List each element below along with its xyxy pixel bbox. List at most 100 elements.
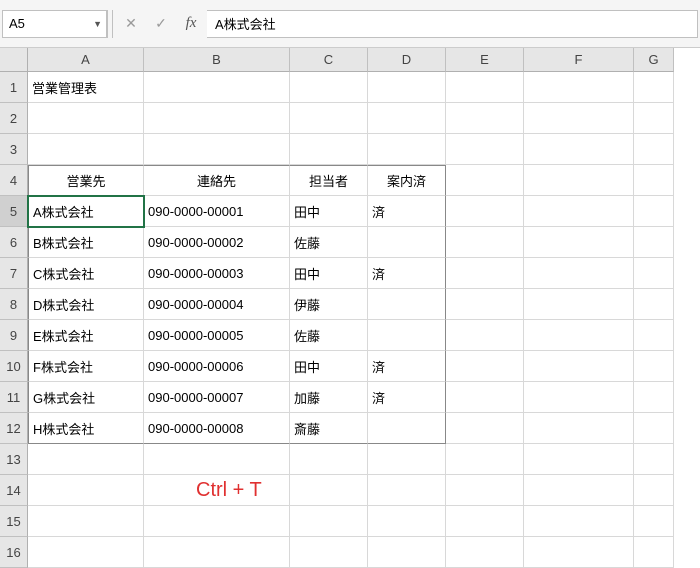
cell-G11[interactable] [634, 382, 674, 413]
cell-F2[interactable] [524, 103, 634, 134]
cell-A14[interactable] [28, 475, 144, 506]
cell-C16[interactable] [290, 537, 368, 568]
row-header-12[interactable]: 12 [0, 413, 28, 444]
cell-E12[interactable] [446, 413, 524, 444]
cell-D4[interactable]: 案内済 [368, 165, 446, 196]
cell-B11[interactable]: 090-0000-00007 [144, 382, 290, 413]
row-header-11[interactable]: 11 [0, 382, 28, 413]
cell-F5[interactable] [524, 196, 634, 227]
cell-B16[interactable] [144, 537, 290, 568]
cell-E10[interactable] [446, 351, 524, 382]
cell-B10[interactable]: 090-0000-00006 [144, 351, 290, 382]
column-header-C[interactable]: C [290, 48, 368, 72]
formula-input[interactable]: A株式会社 [207, 10, 698, 38]
cell-B13[interactable] [144, 444, 290, 475]
dropdown-icon[interactable]: ▼ [93, 19, 102, 29]
row-header-16[interactable]: 16 [0, 537, 28, 568]
cell-C6[interactable]: 佐藤 [290, 227, 368, 258]
select-all-corner[interactable] [0, 48, 28, 72]
cell-C13[interactable] [290, 444, 368, 475]
cell-B15[interactable] [144, 506, 290, 537]
cell-A11[interactable]: G株式会社 [28, 382, 144, 413]
cell-F8[interactable] [524, 289, 634, 320]
cell-E1[interactable] [446, 72, 524, 103]
cell-D15[interactable] [368, 506, 446, 537]
cell-E3[interactable] [446, 134, 524, 165]
cell-B14[interactable]: Ctrl + T [144, 475, 290, 506]
cell-E11[interactable] [446, 382, 524, 413]
cell-C8[interactable]: 伊藤 [290, 289, 368, 320]
cell-F9[interactable] [524, 320, 634, 351]
cell-A2[interactable] [28, 103, 144, 134]
cell-B7[interactable]: 090-0000-00003 [144, 258, 290, 289]
cell-E7[interactable] [446, 258, 524, 289]
cell-B2[interactable] [144, 103, 290, 134]
cell-B12[interactable]: 090-0000-00008 [144, 413, 290, 444]
row-header-8[interactable]: 8 [0, 289, 28, 320]
cell-G13[interactable] [634, 444, 674, 475]
cell-B9[interactable]: 090-0000-00005 [144, 320, 290, 351]
cell-G4[interactable] [634, 165, 674, 196]
row-header-13[interactable]: 13 [0, 444, 28, 475]
cell-D8[interactable] [368, 289, 446, 320]
row-header-2[interactable]: 2 [0, 103, 28, 134]
cell-D16[interactable] [368, 537, 446, 568]
cell-A7[interactable]: C株式会社 [28, 258, 144, 289]
row-header-10[interactable]: 10 [0, 351, 28, 382]
cell-A8[interactable]: D株式会社 [28, 289, 144, 320]
cell-F7[interactable] [524, 258, 634, 289]
cell-C4[interactable]: 担当者 [290, 165, 368, 196]
cell-A3[interactable] [28, 134, 144, 165]
cell-G12[interactable] [634, 413, 674, 444]
cell-E4[interactable] [446, 165, 524, 196]
cell-F11[interactable] [524, 382, 634, 413]
cell-A6[interactable]: B株式会社 [28, 227, 144, 258]
cell-F3[interactable] [524, 134, 634, 165]
cell-G2[interactable] [634, 103, 674, 134]
cell-G3[interactable] [634, 134, 674, 165]
cell-G14[interactable] [634, 475, 674, 506]
cell-D5[interactable]: 済 [368, 196, 446, 227]
cell-A15[interactable] [28, 506, 144, 537]
cell-D2[interactable] [368, 103, 446, 134]
cell-E6[interactable] [446, 227, 524, 258]
name-box[interactable]: A5 ▼ [2, 10, 107, 38]
cell-B4[interactable]: 連絡先 [144, 165, 290, 196]
row-header-9[interactable]: 9 [0, 320, 28, 351]
cell-C10[interactable]: 田中 [290, 351, 368, 382]
cell-B8[interactable]: 090-0000-00004 [144, 289, 290, 320]
cell-D12[interactable] [368, 413, 446, 444]
cell-F14[interactable] [524, 475, 634, 506]
column-header-F[interactable]: F [524, 48, 634, 72]
cell-F10[interactable] [524, 351, 634, 382]
row-header-6[interactable]: 6 [0, 227, 28, 258]
column-header-A[interactable]: A [28, 48, 144, 72]
cell-D9[interactable] [368, 320, 446, 351]
cell-E9[interactable] [446, 320, 524, 351]
row-header-1[interactable]: 1 [0, 72, 28, 103]
cell-G10[interactable] [634, 351, 674, 382]
cell-C7[interactable]: 田中 [290, 258, 368, 289]
cell-E15[interactable] [446, 506, 524, 537]
cell-C9[interactable]: 佐藤 [290, 320, 368, 351]
column-header-B[interactable]: B [144, 48, 290, 72]
cell-F1[interactable] [524, 72, 634, 103]
cell-A5[interactable]: A株式会社 [28, 196, 144, 227]
cell-E2[interactable] [446, 103, 524, 134]
cell-A4[interactable]: 営業先 [28, 165, 144, 196]
column-header-G[interactable]: G [634, 48, 674, 72]
row-header-15[interactable]: 15 [0, 506, 28, 537]
cell-G15[interactable] [634, 506, 674, 537]
cell-D1[interactable] [368, 72, 446, 103]
cell-C14[interactable] [290, 475, 368, 506]
cell-A16[interactable] [28, 537, 144, 568]
cell-E14[interactable] [446, 475, 524, 506]
cell-A10[interactable]: F株式会社 [28, 351, 144, 382]
cancel-icon[interactable]: ✕ [117, 10, 145, 38]
cell-C2[interactable] [290, 103, 368, 134]
cell-B5[interactable]: 090-0000-00001 [144, 196, 290, 227]
row-header-5[interactable]: 5 [0, 196, 28, 227]
cell-E5[interactable] [446, 196, 524, 227]
cell-A12[interactable]: H株式会社 [28, 413, 144, 444]
cell-F12[interactable] [524, 413, 634, 444]
